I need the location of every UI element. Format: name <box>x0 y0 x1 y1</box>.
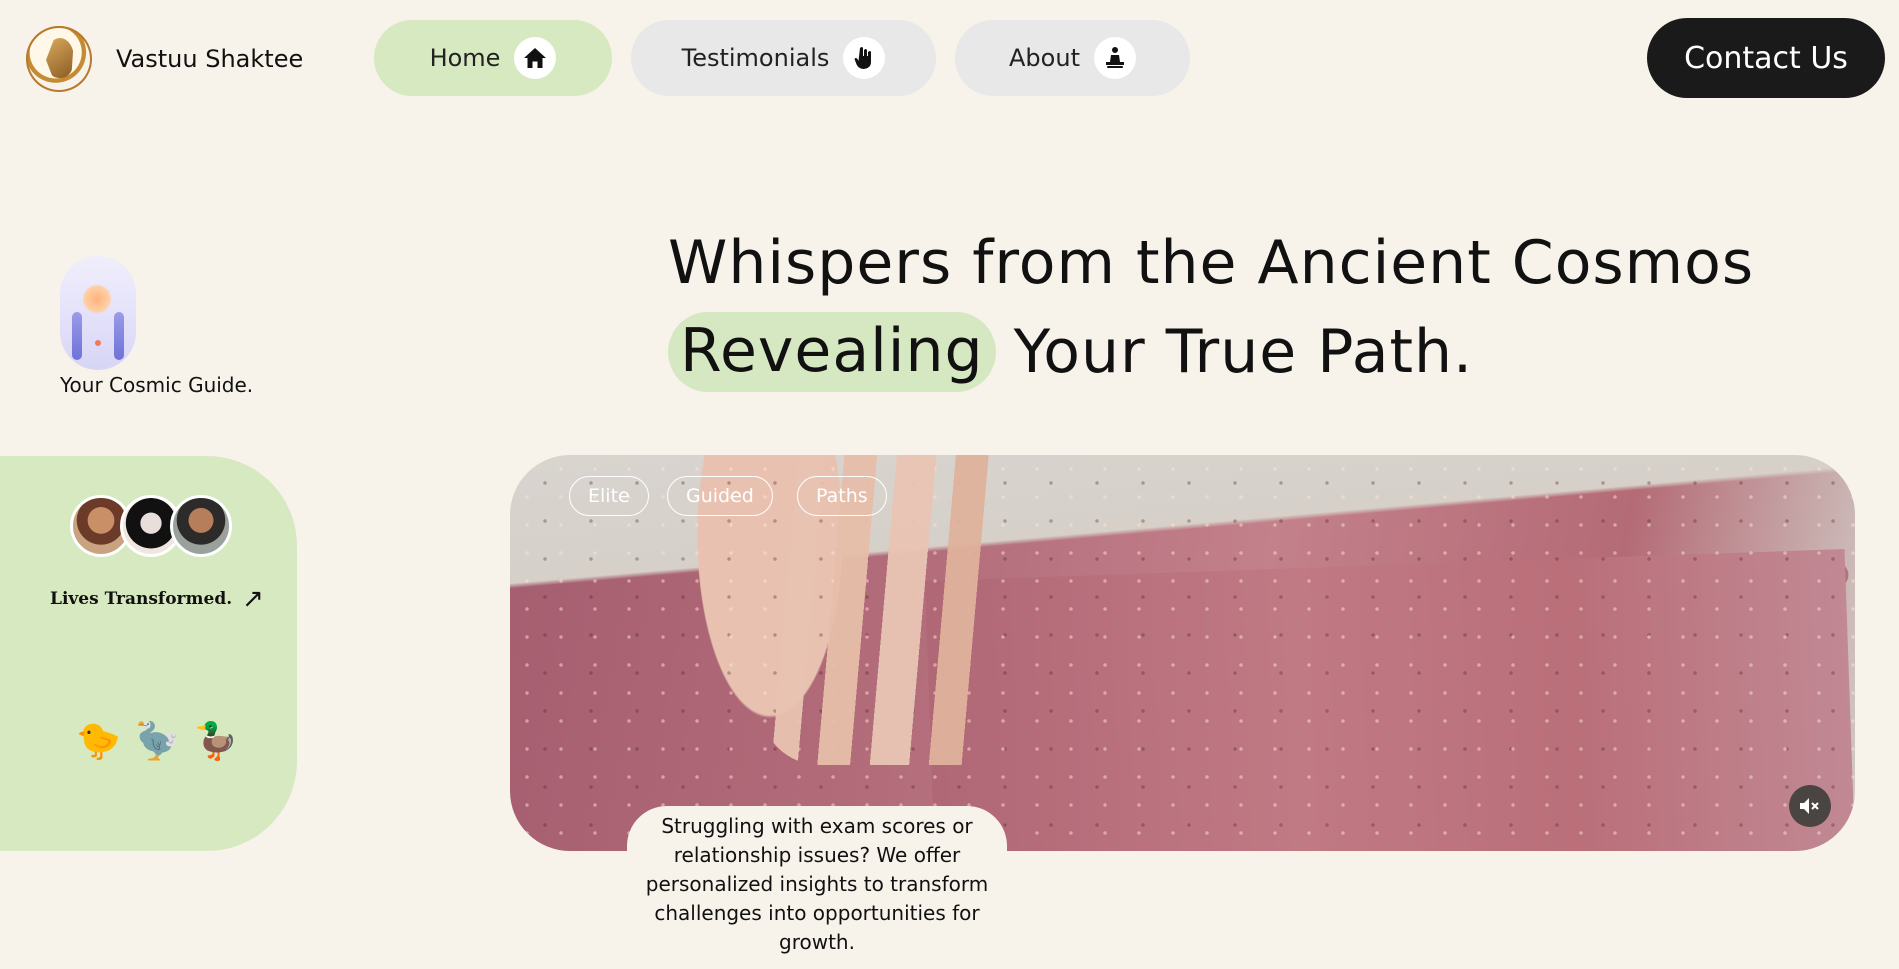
tag-guided[interactable]: Guided <box>667 476 773 516</box>
hero-heading-line2: Revealing Your True Path. <box>668 312 1473 392</box>
nav-home-button[interactable]: Home <box>374 20 612 96</box>
home-icon <box>514 37 557 79</box>
avatar-group[interactable] <box>70 495 232 557</box>
meditation-icon <box>1093 37 1136 79</box>
brand[interactable]: Vastuu Shaktee <box>26 26 303 92</box>
lives-transformed-link[interactable]: Lives Transformed. ↗ <box>50 584 264 614</box>
duck-icon: 🦆 <box>193 721 239 762</box>
tag-elite[interactable]: Elite <box>569 476 649 516</box>
cosmic-guide-image[interactable] <box>60 256 136 370</box>
hero-heading-rest: Your True Path. <box>1013 317 1474 387</box>
hero-highlight: Revealing <box>668 312 996 392</box>
nav-home-label: Home <box>429 44 501 72</box>
avatar <box>170 495 232 557</box>
hero-heading-line1: Whispers from the Ancient Cosmos <box>668 228 1755 298</box>
dodo-icon: 🦤 <box>134 721 180 762</box>
mute-icon[interactable] <box>1789 785 1831 827</box>
chick-icon: 🐤 <box>76 721 121 762</box>
nav-testimonials-label: Testimonials <box>681 44 830 72</box>
logo-icon[interactable] <box>26 26 92 92</box>
nav-about-button[interactable]: About <box>955 20 1190 96</box>
nav-testimonials-button[interactable]: Testimonials <box>631 20 936 96</box>
arrow-up-right-icon: ↗ <box>242 584 264 614</box>
lives-transformed-label: Lives Transformed. <box>50 589 233 609</box>
emoji-row: 🐤 🦤 🦆 <box>76 720 252 762</box>
hand-icon <box>843 37 886 79</box>
contact-us-button[interactable]: Contact Us <box>1647 18 1885 98</box>
cosmic-guide-caption: Your Cosmic Guide. <box>60 373 254 397</box>
intro-blurb: Struggling with exam scores or relations… <box>627 806 1007 969</box>
brand-name[interactable]: Vastuu Shaktee <box>116 45 303 73</box>
nav-about-label: About <box>1009 44 1080 72</box>
tag-paths[interactable]: Paths <box>797 476 887 516</box>
